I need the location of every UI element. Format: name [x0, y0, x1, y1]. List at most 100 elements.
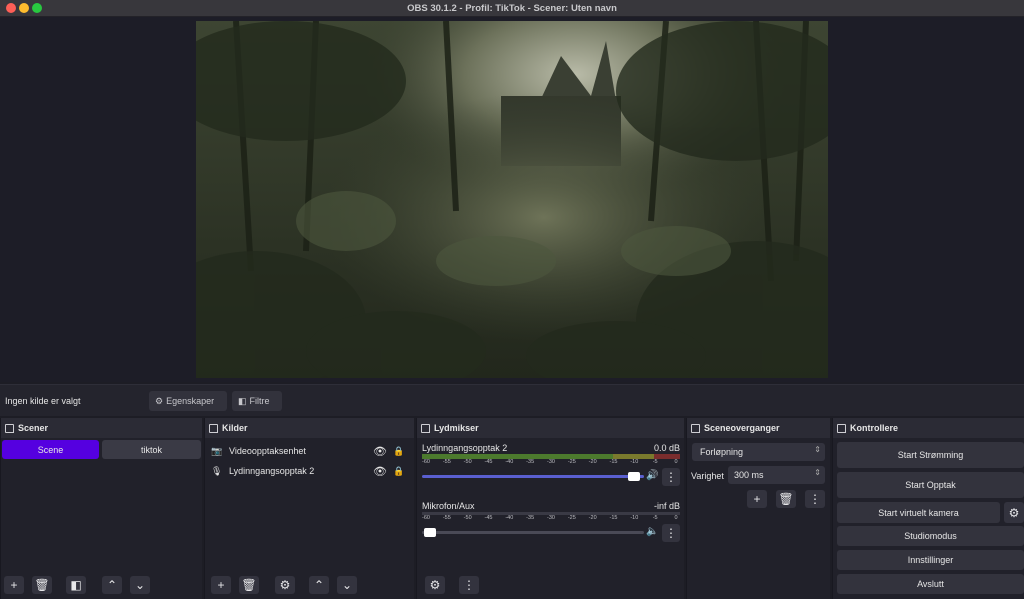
db-tick-label: -40: [505, 515, 514, 521]
lock-icon[interactable]: 🔒: [393, 446, 409, 457]
start-recording-button[interactable]: Start Opptak: [837, 472, 1024, 498]
muted-speaker-icon[interactable]: 🔈: [646, 526, 658, 537]
channel-name: Lydinngangsopptak 2: [422, 443, 508, 453]
db-tick-label: 0: [674, 459, 678, 465]
source-item-audio[interactable]: 🎙 Lydinngangsopptak 2 👁 🔒: [211, 461, 409, 481]
remove-source-button[interactable]: 🗑: [239, 576, 259, 594]
speaker-icon[interactable]: 🔊: [646, 470, 658, 481]
db-tick-label: -45: [484, 515, 493, 521]
db-tick-label: -25: [567, 459, 576, 465]
sources-header: Kilder: [205, 418, 414, 438]
channel-db: 0.0 dB: [653, 443, 680, 453]
db-tick-label: -55: [442, 515, 451, 521]
plus-icon: +: [10, 578, 18, 592]
dock-icon: [209, 423, 218, 433]
scene-item-tiktok[interactable]: tiktok: [102, 440, 201, 459]
db-tick-label: -25: [567, 515, 576, 521]
properties-button[interactable]: ⚙ Egenskaper: [149, 391, 227, 411]
controls-header: Kontrollere: [833, 418, 1024, 438]
db-tick-label: -10: [630, 459, 639, 465]
channel-menu-button[interactable]: ⋮: [662, 468, 680, 486]
plus-icon: +: [217, 578, 225, 592]
remove-transition-button[interactable]: 🗑: [776, 490, 796, 508]
more-vertical-icon: ⋮: [809, 492, 821, 506]
db-tick-label: -20: [588, 515, 597, 521]
db-tick-label: -55: [442, 459, 451, 465]
controls-dock: Kontrollere Start Strømming Start Opptak…: [832, 418, 1024, 599]
db-tick-label: -60: [422, 459, 430, 465]
exit-button[interactable]: Avslutt: [837, 574, 1024, 594]
mixer-channel-2: Mikrofon/Aux -inf dB -60 -55 -50 -45 -40 -35-…: [422, 501, 680, 542]
start-virtual-camera-button[interactable]: Start virtuelt kamera: [837, 502, 1000, 523]
audio-mixer-dock: Lydmikser Lydinngangsopptak 2 0.0 dB -60…: [416, 418, 684, 599]
visibility-eye-icon[interactable]: 👁: [373, 465, 393, 478]
microphone-icon: 🎙: [211, 465, 223, 476]
lock-icon[interactable]: 🔒: [393, 466, 409, 477]
volume-slider[interactable]: [422, 531, 644, 534]
virtual-camera-settings-button[interactable]: ⚙: [1004, 502, 1024, 523]
add-transition-button[interactable]: +: [747, 490, 767, 508]
move-source-up-button[interactable]: ⌃: [309, 576, 329, 594]
db-tick-label: -40: [505, 459, 514, 465]
channel-name: Mikrofon/Aux: [422, 501, 475, 511]
chevron-down-icon: ⌄: [134, 578, 146, 592]
db-tick-label: -15: [609, 459, 618, 465]
gear-icon: ⚙: [279, 578, 291, 592]
more-vertical-icon: ⋮: [665, 470, 677, 484]
add-source-button[interactable]: +: [211, 576, 231, 594]
transition-select[interactable]: Forløpning ⇕: [692, 443, 825, 461]
advanced-audio-button[interactable]: ⚙: [425, 576, 445, 594]
trash-icon: 🗑: [778, 492, 794, 506]
move-scene-down-button[interactable]: ⌄: [130, 576, 150, 594]
channel-menu-button[interactable]: ⋮: [662, 524, 680, 542]
context-bar: Ingen kilde er valgt ⚙ Egenskaper ◧ Filtre: [0, 384, 1024, 416]
sources-dock: Kilder 📷 Videoopptaksenhet 👁 🔒 🎙 Lydinng…: [204, 418, 414, 599]
volume-slider-handle[interactable]: [628, 472, 640, 481]
more-vertical-icon: ⋮: [665, 526, 677, 540]
source-properties-button[interactable]: ⚙: [275, 576, 295, 594]
db-tick-label: -45: [484, 459, 493, 465]
volume-slider-handle[interactable]: [424, 528, 436, 537]
chevron-up-icon: ⌃: [313, 578, 325, 592]
spinner-icon[interactable]: ⇕: [814, 468, 821, 477]
filter-icon: ◧: [238, 396, 247, 406]
db-tick-label: -10: [630, 515, 639, 521]
db-tick-label: -60: [422, 515, 430, 521]
remove-scene-button[interactable]: 🗑: [32, 576, 52, 594]
transitions-header: Sceneoverganger: [687, 418, 830, 438]
visibility-eye-icon[interactable]: 👁: [373, 445, 393, 458]
no-source-label: Ingen kilde er valgt: [5, 396, 81, 406]
start-streaming-button[interactable]: Start Strømming: [837, 442, 1024, 468]
volume-slider[interactable]: [422, 475, 644, 478]
move-source-down-button[interactable]: ⌄: [337, 576, 357, 594]
window-title: OBS 30.1.2 - Profil: TikTok - Scener: Ut…: [407, 3, 617, 14]
mixer-menu-button[interactable]: ⋮: [459, 576, 479, 594]
plus-icon: +: [753, 492, 761, 506]
source-item-video[interactable]: 📷 Videoopptaksenhet 👁 🔒: [211, 441, 409, 461]
db-tick-label: 0: [674, 515, 678, 521]
dock-icon: [5, 423, 14, 433]
gear-icon: ⚙: [1008, 505, 1020, 520]
duration-spinbox[interactable]: 300 ms ⇕: [728, 466, 825, 484]
move-scene-up-button[interactable]: ⌃: [102, 576, 122, 594]
db-scale: -60 -55 -50 -45 -40 -35 -30 -25 -20 -15 -10 -5 0: [422, 459, 680, 467]
scenes-dock: Scener Scene tiktok + 🗑 ◧ ⌃ ⌄: [0, 418, 202, 599]
dock-icon: [691, 423, 700, 433]
transitions-dock: Sceneoverganger Forløpning ⇕ Varighet 30…: [686, 418, 830, 599]
db-tick-label: -50: [463, 515, 472, 521]
filters-button[interactable]: ◧ Filtre: [232, 391, 282, 411]
db-tick-label: -5: [652, 459, 658, 465]
gears-icon: ⚙: [429, 578, 441, 592]
db-tick-label: -5: [652, 515, 658, 521]
studio-mode-button[interactable]: Studiomodus: [837, 526, 1024, 546]
transition-menu-button[interactable]: ⋮: [805, 490, 825, 508]
settings-button[interactable]: Innstillinger: [837, 550, 1024, 570]
db-tick-label: -20: [588, 459, 597, 465]
mixer-header: Lydmikser: [417, 418, 684, 438]
preview-canvas[interactable]: [196, 21, 828, 378]
scene-item-scene[interactable]: Scene: [2, 440, 99, 459]
scene-filters-button[interactable]: ◧: [66, 576, 86, 594]
preview-area: [0, 17, 1024, 382]
add-scene-button[interactable]: +: [4, 576, 24, 594]
trash-icon: 🗑: [34, 578, 50, 592]
